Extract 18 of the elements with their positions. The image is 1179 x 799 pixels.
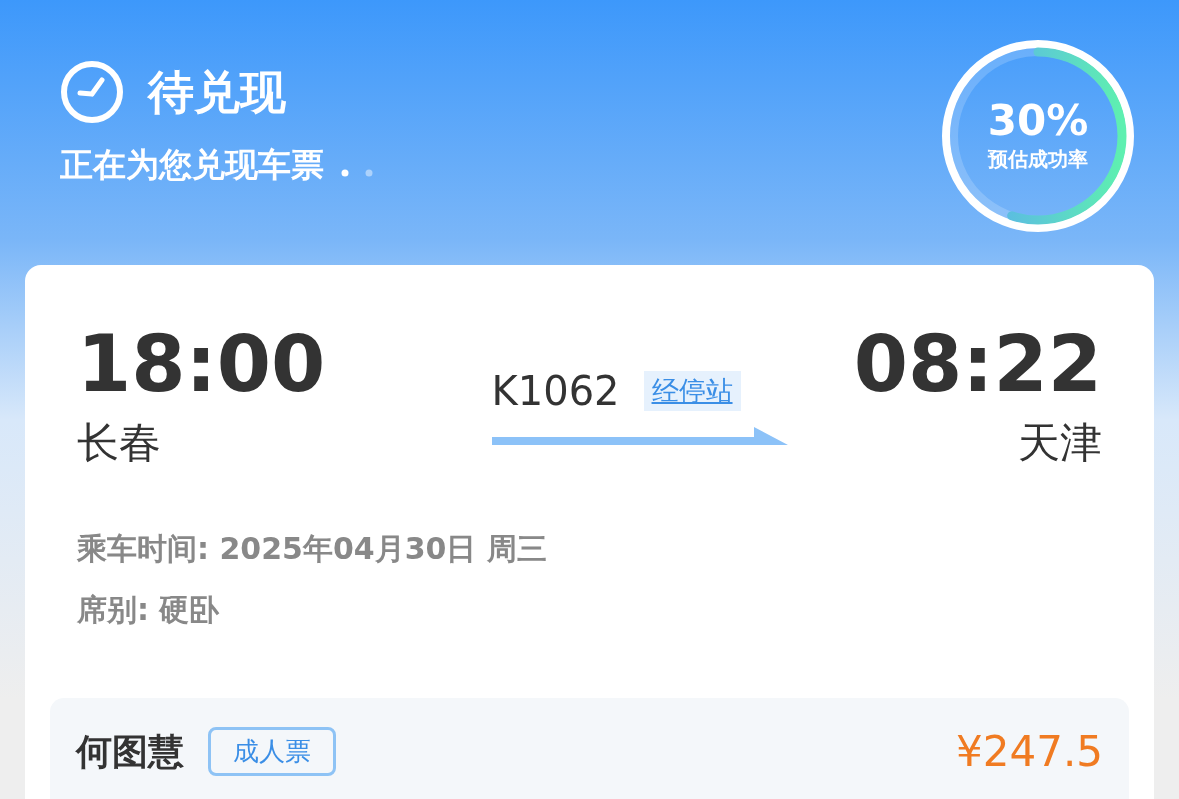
clock-icon xyxy=(60,60,124,124)
passenger-name: 何图慧 xyxy=(76,729,184,774)
status-title: 待兑现 xyxy=(148,69,286,115)
departure-station: 长春 xyxy=(77,417,162,469)
arrow-icon xyxy=(491,427,788,445)
stops-link[interactable]: 经停站 xyxy=(643,370,741,412)
detail-text: 席别: 硬卧 xyxy=(77,591,221,629)
ticket-price: ¥247.5 xyxy=(956,726,1103,778)
detail-text: 乘车时间: 2025年04月30日 周三 xyxy=(77,530,548,568)
rate-label: 预估成功率 xyxy=(988,146,1088,174)
arrival-station: 天津 xyxy=(1018,417,1102,469)
departure-time: 18:00 xyxy=(77,325,326,403)
rate-value: 30% xyxy=(987,97,1089,145)
train-number: K1062 xyxy=(491,367,620,416)
loading-dots-icon xyxy=(340,167,374,178)
ticket-type: 成人票 xyxy=(208,727,336,776)
arrival-time: 08:22 xyxy=(853,325,1102,403)
status-subtitle: 正在为您兑现车票 xyxy=(60,144,324,186)
